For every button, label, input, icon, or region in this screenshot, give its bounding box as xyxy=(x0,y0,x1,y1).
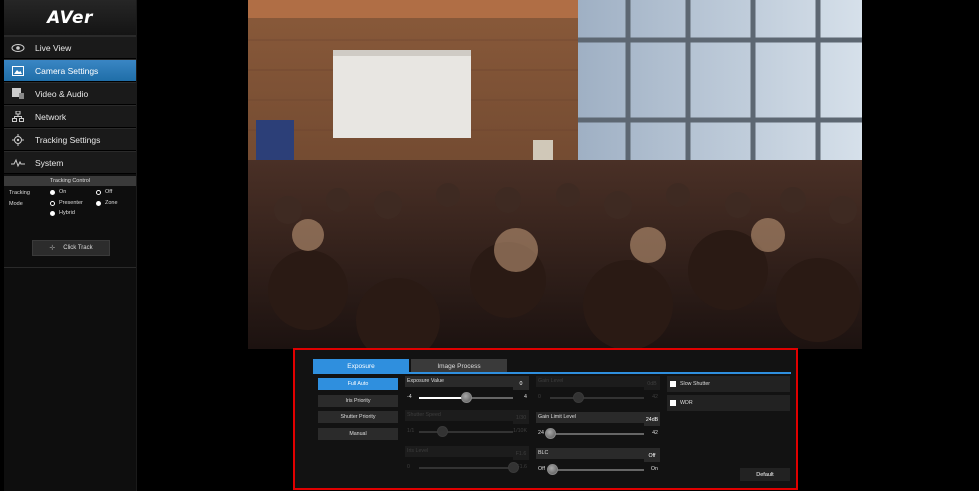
slider-knob xyxy=(572,392,584,403)
slider-min: 1/1 xyxy=(407,428,415,434)
slider-track xyxy=(419,431,513,433)
slider-track xyxy=(552,469,644,471)
slider-title: Gain Level xyxy=(536,376,660,387)
radio-label: Off xyxy=(105,189,113,195)
checkbox-box[interactable] xyxy=(670,400,676,406)
checkbox-box[interactable] xyxy=(670,381,676,387)
slider-title: Iris Level xyxy=(405,446,529,457)
sidebar-item-label: System xyxy=(35,157,64,168)
slider-value: Off xyxy=(644,450,660,462)
logo-text: AVer xyxy=(47,7,93,28)
pulse-icon xyxy=(11,157,25,169)
tab-underline xyxy=(313,372,791,374)
tracking-label: Tracking xyxy=(9,190,30,196)
radio-label: Hybrid xyxy=(59,210,75,216)
mode-presenter-radio[interactable]: Presenter xyxy=(50,200,83,206)
slow-shutter-checkbox[interactable]: Slow Shutter xyxy=(667,376,790,392)
slider-value: 0 xyxy=(513,378,529,390)
tab-image-process[interactable]: Image Process xyxy=(411,359,507,373)
radio-label: Presenter xyxy=(59,200,83,206)
slider-min: -4 xyxy=(407,394,412,400)
slider-max: 4 xyxy=(524,394,527,400)
slider-fill xyxy=(419,397,466,399)
sidebar: AVer Live View Camera Settings Video & A… xyxy=(4,0,137,491)
slider-max: On xyxy=(650,466,658,472)
slider-knob[interactable] xyxy=(546,464,558,475)
slider-value: 0dB xyxy=(644,378,660,390)
slider-min: 0 xyxy=(407,464,410,470)
slider-max: 42 xyxy=(652,394,658,400)
slider-max: 1/10K xyxy=(513,428,527,434)
target-icon xyxy=(11,133,25,146)
exposure-settings-panel: Exposure Image Process Full Auto Iris Pr… xyxy=(293,348,798,490)
slider-title: Exposure Value xyxy=(405,376,529,387)
tracking-control-header: Tracking Control xyxy=(4,176,136,186)
tracking-control: Tracking Mode On Off Presenter Zone Hybr… xyxy=(4,186,136,268)
slider-value: F1.6 xyxy=(513,448,529,460)
gain-limit-level-slider[interactable]: Gain Limit Level 24dB 24 42 xyxy=(536,412,660,442)
mode-full-auto-button[interactable]: Full Auto xyxy=(318,378,398,390)
gain-level-slider: Gain Level 0dB 0 42 xyxy=(536,376,660,406)
mode-iris-priority-button[interactable]: Iris Priority xyxy=(318,395,398,407)
slider-title: Shutter Speed xyxy=(405,410,529,421)
slider-knob xyxy=(437,426,448,437)
sidebar-item-camera-settings[interactable]: Camera Settings xyxy=(4,59,136,82)
slider-track xyxy=(550,433,644,435)
slider-min: 0 xyxy=(538,394,541,400)
mode-label: Mode xyxy=(9,201,23,207)
sidebar-item-video-audio[interactable]: Video & Audio xyxy=(4,82,136,105)
slider-knob[interactable] xyxy=(460,392,472,403)
blc-slider[interactable]: BLC Off Off On xyxy=(536,448,660,478)
sidebar-item-label: Network xyxy=(35,111,67,122)
video-audio-icon xyxy=(11,88,25,100)
checkbox-label: Slow Shutter xyxy=(680,381,711,387)
click-track-label: Click Track xyxy=(63,245,93,251)
image-icon xyxy=(11,65,25,77)
sidebar-item-system[interactable]: System xyxy=(4,151,136,174)
mode-shutter-priority-button[interactable]: Shutter Priority xyxy=(318,411,398,423)
eye-icon xyxy=(11,42,25,54)
shutter-speed-slider: Shutter Speed 1/30 1/1 1/10K xyxy=(405,410,529,440)
live-video-preview[interactable] xyxy=(248,0,862,349)
slider-title: BLC xyxy=(536,448,660,459)
slider-value: 24dB xyxy=(644,414,660,426)
network-icon xyxy=(11,111,25,123)
slider-knob[interactable] xyxy=(544,428,556,439)
sidebar-item-label: Live View xyxy=(35,42,72,53)
video-frame xyxy=(248,0,862,349)
click-track-button[interactable]: ✛ Click Track xyxy=(32,240,110,256)
slider-track xyxy=(550,397,644,399)
radio-label: On xyxy=(59,189,67,195)
slider-min: 24 xyxy=(538,430,544,436)
slider-track xyxy=(419,467,513,469)
slider-max: 42 xyxy=(652,430,658,436)
exposure-value-slider[interactable]: Exposure Value 0 -4 4 xyxy=(405,376,529,406)
default-button[interactable]: Default xyxy=(740,468,790,481)
tracking-off-radio[interactable]: Off xyxy=(96,189,112,195)
mode-zone-radio[interactable]: Zone xyxy=(96,200,118,206)
crosshair-icon: ✛ xyxy=(49,245,56,252)
sidebar-item-network[interactable]: Network xyxy=(4,105,136,128)
mode-hybrid-radio[interactable]: Hybrid xyxy=(50,210,75,216)
iris-level-slider: Iris Level F1.6 0 F1.6 xyxy=(405,446,529,476)
sidebar-item-label: Video & Audio xyxy=(35,88,89,99)
slider-value: 1/30 xyxy=(513,412,529,424)
slider-knob xyxy=(507,462,519,473)
tab-exposure[interactable]: Exposure xyxy=(313,359,409,373)
slider-title: Gain Limit Level xyxy=(536,412,660,423)
tracking-on-radio[interactable]: On xyxy=(50,189,66,195)
mode-manual-button[interactable]: Manual xyxy=(318,428,398,440)
radio-label: Zone xyxy=(105,200,118,206)
sidebar-item-label: Camera Settings xyxy=(35,65,99,76)
sidebar-item-live-view[interactable]: Live View xyxy=(4,36,136,59)
aver-logo: AVer xyxy=(4,0,136,36)
slider-min: Off xyxy=(538,466,545,472)
sidebar-item-tracking-settings[interactable]: Tracking Settings xyxy=(4,128,136,151)
checkbox-label: WDR xyxy=(680,400,693,406)
sidebar-item-label: Tracking Settings xyxy=(35,134,101,145)
wdr-checkbox[interactable]: WDR xyxy=(667,395,790,411)
